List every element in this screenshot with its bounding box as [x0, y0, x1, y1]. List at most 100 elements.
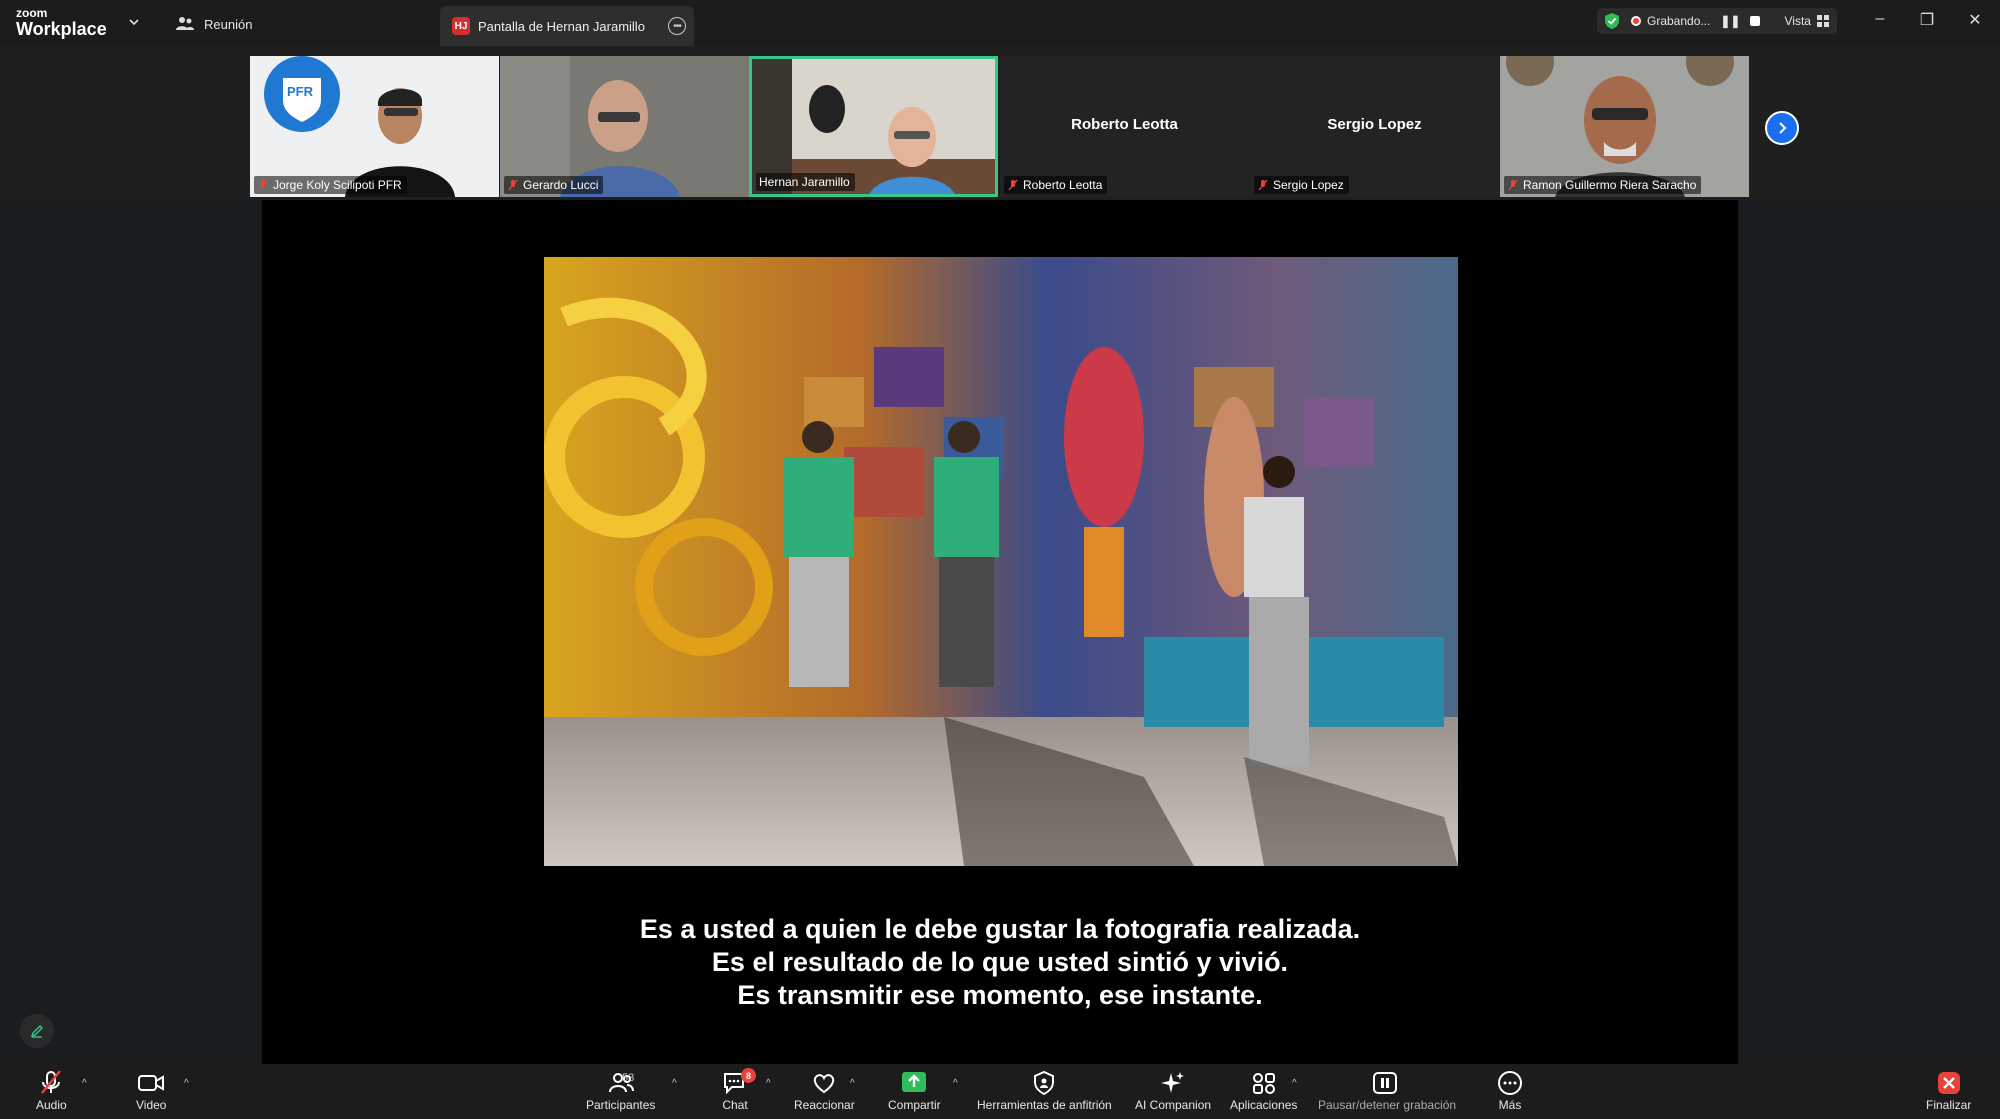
- caption-line: Es a usted a quien le debe gustar la fot…: [639, 914, 1361, 944]
- stop-recording-icon[interactable]: [1750, 16, 1761, 26]
- participant-display-name: Sergio Lopez: [1327, 116, 1422, 133]
- caption-line: Es el resultado de lo que usted sintió y…: [711, 947, 1289, 977]
- slide-caption: Es a usted a quien le debe gustar la fot…: [262, 913, 1738, 1012]
- apps-label: Aplicaciones: [1230, 1098, 1298, 1112]
- end-meeting-button[interactable]: Finalizar: [1926, 1070, 1971, 1112]
- recording-status-group: Grabando... ❚❚ Vista: [1597, 8, 1837, 34]
- recording-status-text: Grabando...: [1647, 14, 1711, 28]
- apps-button[interactable]: Aplicaciones: [1230, 1070, 1297, 1112]
- share-caret-icon[interactable]: ^: [953, 1078, 958, 1089]
- pause-recording-icon[interactable]: ❚❚: [1720, 14, 1740, 28]
- chat-caret-icon[interactable]: ^: [766, 1078, 771, 1089]
- logo-top-text: zoom: [16, 6, 48, 20]
- pause-stop-recording-button[interactable]: Pausar/detener grabación: [1318, 1070, 1456, 1112]
- share-label: Compartir: [888, 1098, 941, 1112]
- share-screen-button[interactable]: Compartir: [888, 1070, 941, 1112]
- host-tools-button[interactable]: Herramientas de anfitrión: [977, 1070, 1112, 1112]
- grid-view-icon: [1816, 15, 1829, 27]
- participant-tile[interactable]: Gerardo Lucci: [500, 56, 749, 197]
- participant-name-tag: Hernan Jaramillo: [756, 173, 855, 191]
- participants-label: Participantes: [586, 1098, 656, 1112]
- mic-muted-icon: [1258, 179, 1268, 191]
- video-label: Video: [136, 1098, 167, 1112]
- org-logo-text: PFR: [287, 84, 313, 99]
- participant-name-tag: Gerardo Lucci: [504, 176, 604, 194]
- title-bar: zoom Workplace Reunión HJ Pantalla de He…: [0, 0, 2000, 46]
- more-button[interactable]: Más: [1496, 1070, 1524, 1112]
- host-tools-label: Herramientas de anfitrión: [977, 1098, 1112, 1112]
- react-button[interactable]: Reaccionar: [794, 1070, 855, 1112]
- chat-unread-badge: 8: [741, 1068, 756, 1083]
- mic-muted-icon: [508, 179, 518, 191]
- minimize-icon[interactable]: –: [1868, 10, 1892, 28]
- shield-icon: [1034, 1070, 1055, 1096]
- meeting-label: Reunión: [204, 16, 253, 32]
- mic-muted-icon: [1008, 179, 1018, 191]
- participant-tile[interactable]: PFR Jorge Koly Scilipoti PFR: [250, 56, 499, 197]
- participant-tile[interactable]: Sergio Lopez Sergio Lopez: [1250, 56, 1499, 197]
- participant-name: Ramon Guillermo Riera Saracho: [1523, 178, 1697, 192]
- participants-button[interactable]: 53 Participantes: [586, 1070, 655, 1112]
- sparkle-icon: [1161, 1072, 1185, 1093]
- recording-dot-icon: [1631, 16, 1641, 26]
- apps-caret-icon[interactable]: ^: [1292, 1078, 1297, 1089]
- shared-photo-street-mural: [544, 257, 1458, 866]
- participant-tile[interactable]: Roberto Leotta Roberto Leotta: [1000, 56, 1249, 197]
- annotate-button[interactable]: [20, 1014, 54, 1048]
- participants-count: 53: [622, 1072, 635, 1084]
- participant-name-tag: Jorge Koly Scilipoti PFR: [254, 176, 407, 194]
- logo-bottom-text: Workplace: [16, 19, 107, 39]
- mic-muted-icon: [258, 179, 268, 191]
- participant-display-name: Roberto Leotta: [1071, 116, 1178, 133]
- more-options-icon[interactable]: •••: [668, 17, 686, 35]
- meeting-toolbar: Audio ^ Video ^ 53 Participantes ^ 8 Cha…: [0, 1064, 2000, 1119]
- presenter-initials-badge: HJ: [452, 17, 470, 35]
- people-icon: [176, 17, 194, 30]
- participant-name: Hernan Jaramillo: [759, 175, 850, 189]
- restore-icon[interactable]: ❐: [1915, 10, 1939, 30]
- view-button[interactable]: Vista: [1784, 14, 1829, 28]
- end-x-icon: [1937, 1072, 1960, 1094]
- participants-caret-icon[interactable]: ^: [672, 1078, 677, 1089]
- apps-icon: [1252, 1073, 1275, 1094]
- react-caret-icon[interactable]: ^: [850, 1078, 855, 1089]
- heart-icon: [814, 1074, 835, 1094]
- tab-shared-screen[interactable]: HJ Pantalla de Hernan Jaramillo •••: [440, 6, 694, 46]
- participant-gallery: PFR Jorge Koly Scilipoti PFR Gerardo Luc…: [0, 46, 2000, 200]
- more-label: Más: [1498, 1098, 1522, 1112]
- share-screen-icon: [902, 1072, 927, 1092]
- next-page-button[interactable]: [1765, 111, 1799, 145]
- ai-companion-label: AI Companion: [1135, 1098, 1212, 1112]
- meeting-button[interactable]: Reunión: [176, 12, 252, 36]
- tab-title: Pantalla de Hernan Jaramillo: [478, 18, 645, 34]
- more-icon: [1498, 1071, 1522, 1095]
- ai-companion-button[interactable]: AI Companion: [1135, 1070, 1211, 1112]
- chat-button[interactable]: 8 Chat: [721, 1068, 756, 1112]
- caption-line: Es transmitir ese momento, ese instante.: [737, 980, 1263, 1010]
- participant-name-tag: Sergio Lopez: [1254, 176, 1349, 194]
- audio-options-caret-icon[interactable]: ^: [82, 1078, 87, 1089]
- participant-tile-active-speaker[interactable]: Hernan Jaramillo: [749, 56, 998, 197]
- chevron-right-icon: [1779, 122, 1787, 134]
- chat-label: Chat: [722, 1098, 748, 1112]
- security-shield-icon[interactable]: [1603, 12, 1621, 30]
- participant-name: Gerardo Lucci: [523, 178, 599, 192]
- participant-name: Roberto Leotta: [1023, 178, 1103, 192]
- audio-button[interactable]: Audio: [36, 1070, 67, 1112]
- close-icon[interactable]: ✕: [1963, 10, 1987, 30]
- participant-name-tag: Ramon Guillermo Riera Saracho: [1504, 176, 1702, 194]
- mic-muted-icon: [1508, 179, 1518, 191]
- react-label: Reaccionar: [794, 1098, 855, 1112]
- participant-name: Jorge Koly Scilipoti PFR: [273, 178, 402, 192]
- video-button[interactable]: Video: [136, 1070, 166, 1112]
- participant-name: Sergio Lopez: [1273, 178, 1344, 192]
- mic-muted-icon: [41, 1070, 62, 1094]
- recording-control-label: Pausar/detener grabación: [1318, 1098, 1457, 1112]
- pause-stop-recording-icon: [1373, 1072, 1398, 1094]
- view-label: Vista: [1784, 14, 1811, 28]
- video-options-caret-icon[interactable]: ^: [184, 1078, 189, 1089]
- chevron-down-icon[interactable]: [126, 14, 142, 30]
- participant-name-tag: Roberto Leotta: [1004, 176, 1108, 194]
- zoom-workplace-logo[interactable]: zoom Workplace: [16, 7, 107, 38]
- participant-tile[interactable]: Ramon Guillermo Riera Saracho: [1500, 56, 1749, 197]
